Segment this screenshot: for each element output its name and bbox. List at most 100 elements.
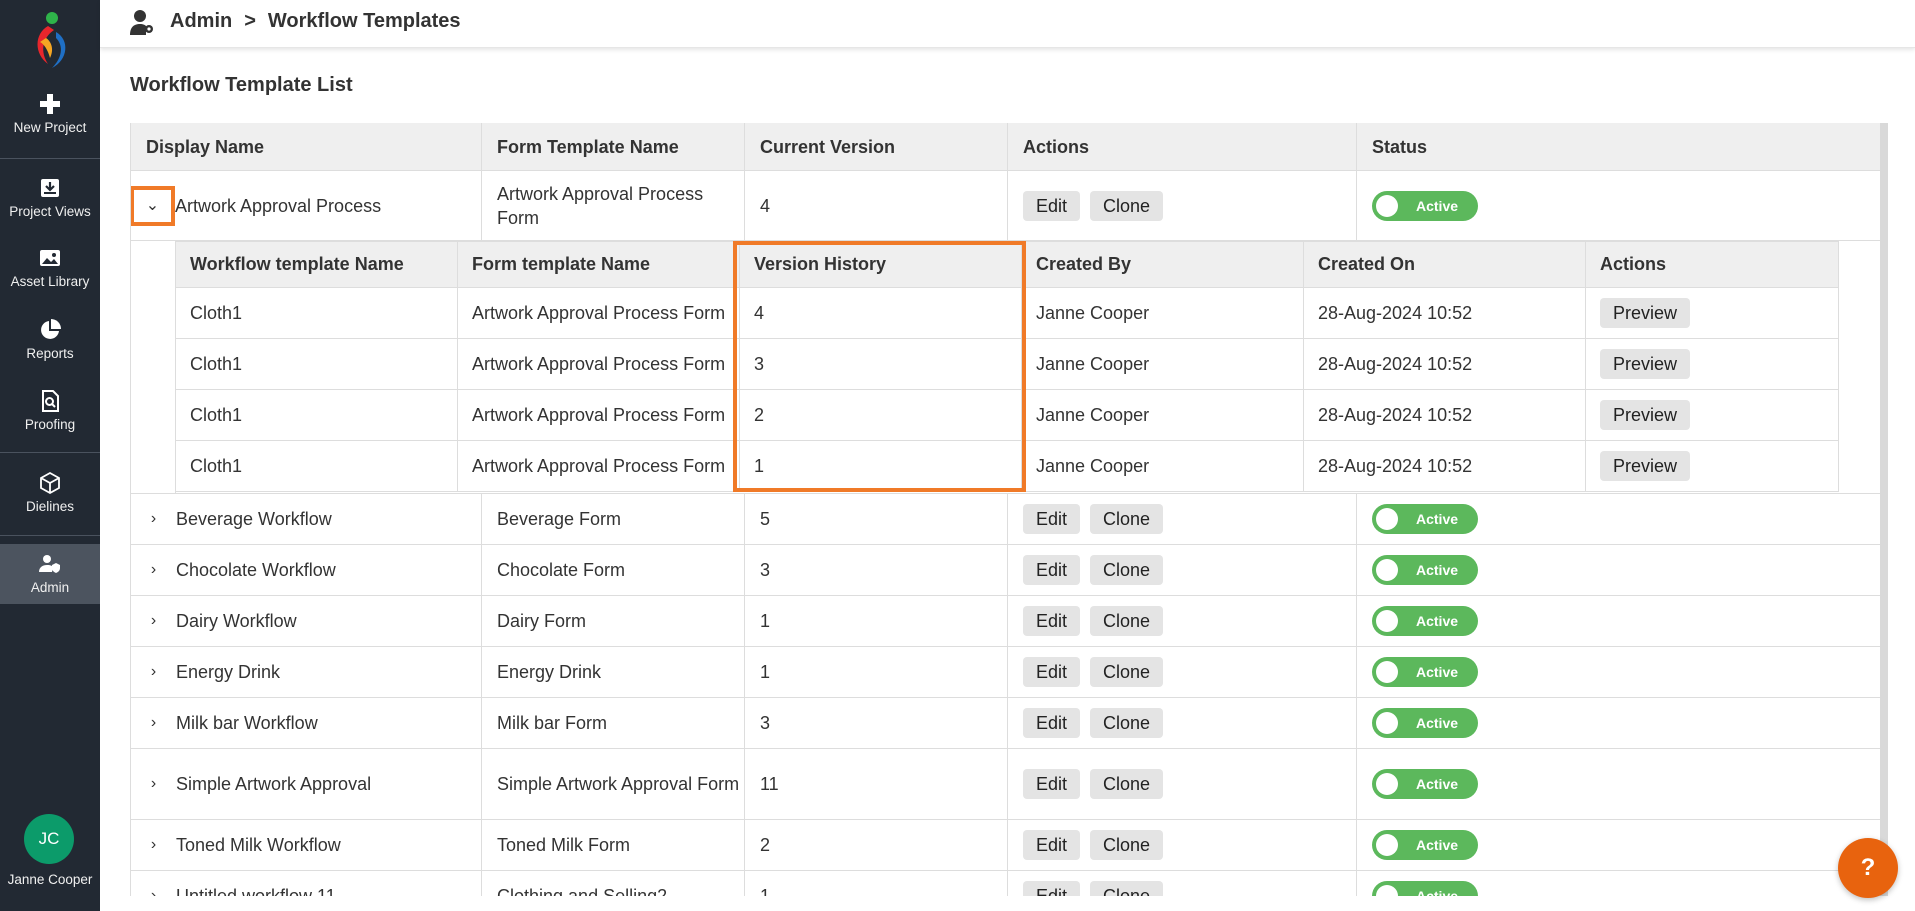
actions-cell: Edit Clone xyxy=(1008,171,1357,240)
sidebar-item-label: Reports xyxy=(26,346,74,361)
expand-chevron-icon[interactable]: › xyxy=(131,772,176,796)
breadcrumb: Admin > Workflow Templates xyxy=(170,10,461,33)
clone-button[interactable]: Clone xyxy=(1090,657,1164,687)
toggle-knob xyxy=(1376,559,1398,581)
version-cell: 4 xyxy=(740,288,1022,338)
expand-chevron-icon[interactable]: › xyxy=(131,711,176,735)
clone-button[interactable]: Clone xyxy=(1090,190,1164,221)
sidebar-item-asset-library[interactable]: Asset Library xyxy=(0,246,100,289)
sidebar-item-proofing[interactable]: Proofing xyxy=(0,389,100,432)
display-name-cell: › Beverage Workflow xyxy=(131,494,482,544)
preview-button[interactable]: Preview xyxy=(1600,349,1691,379)
status-toggle[interactable]: Active xyxy=(1372,657,1478,687)
workflow-name-cell: Cloth1 xyxy=(176,339,458,389)
preview-button[interactable]: Preview xyxy=(1600,400,1691,430)
help-button[interactable]: ? xyxy=(1838,838,1898,898)
sidebar-item-new-project[interactable]: New Project xyxy=(0,92,100,135)
clone-button[interactable]: Clone xyxy=(1090,555,1164,585)
edit-button[interactable]: Edit xyxy=(1023,190,1081,221)
clone-button[interactable]: Clone xyxy=(1090,708,1164,738)
created-on-cell: 28-Aug-2024 10:52 xyxy=(1304,441,1586,491)
form-name-cell: Artwork Approval Process Form xyxy=(458,441,740,491)
avatar[interactable]: JC xyxy=(24,814,74,864)
created-by-cell: Janne Cooper xyxy=(1022,441,1304,491)
sidebar-item-dielines[interactable]: Dielines xyxy=(0,471,100,514)
sidebar-item-project-views[interactable]: Project Views xyxy=(0,176,100,219)
clone-button[interactable]: Clone xyxy=(1090,830,1164,860)
expand-chevron-icon[interactable]: › xyxy=(131,558,176,582)
column-header: Form template Name xyxy=(458,242,740,287)
expand-chevron-icon[interactable]: › xyxy=(131,609,176,633)
version-cell: 1 xyxy=(745,647,1008,697)
edit-button[interactable]: Edit xyxy=(1023,555,1081,585)
status-toggle[interactable]: Active xyxy=(1372,606,1478,636)
display-name: Chocolate Workflow xyxy=(176,560,336,580)
display-name: Energy Drink xyxy=(176,662,281,682)
actions-cell: Edit Clone xyxy=(1008,545,1357,595)
expand-chevron-icon[interactable]: › xyxy=(131,884,176,896)
status-toggle[interactable]: Active xyxy=(1372,881,1478,896)
version-cell: 2 xyxy=(740,390,1022,440)
edit-button[interactable]: Edit xyxy=(1023,657,1081,687)
status-label: Active xyxy=(1416,715,1459,731)
status-toggle[interactable]: Active xyxy=(1372,190,1478,221)
created-by-cell: Janne Cooper xyxy=(1022,390,1304,440)
display-name: Dairy Workflow xyxy=(176,611,297,631)
status-toggle[interactable]: Active xyxy=(1372,708,1478,738)
expand-chevron-icon[interactable]: › xyxy=(131,507,176,531)
breadcrumb-root[interactable]: Admin xyxy=(170,10,232,32)
table-row: › Toned Milk Workflow Toned Milk Form 2 E… xyxy=(131,820,1883,871)
user-name: Janne Cooper xyxy=(7,872,93,887)
created-by-cell: Janne Cooper xyxy=(1022,339,1304,389)
status-toggle[interactable]: Active xyxy=(1372,504,1478,534)
display-name-cell: › Toned Milk Workflow xyxy=(131,820,482,870)
status-cell: Active xyxy=(1357,545,1883,595)
status-label: Active xyxy=(1416,837,1459,853)
clone-button[interactable]: Clone xyxy=(1090,606,1164,636)
form-name-cell: Artwork Approval Process Form xyxy=(458,288,740,338)
expand-chevron-icon[interactable]: › xyxy=(131,660,176,684)
status-toggle[interactable]: Active xyxy=(1372,830,1478,860)
actions-cell: Edit Clone xyxy=(1008,494,1357,544)
preview-button[interactable]: Preview xyxy=(1600,451,1691,481)
sidebar-item-label: Project Views xyxy=(9,204,91,219)
table-scrollbar[interactable] xyxy=(1880,123,1888,896)
clone-button[interactable]: Clone xyxy=(1090,881,1164,896)
version-cell: 5 xyxy=(745,494,1008,544)
column-header: Current Version xyxy=(745,123,1008,170)
column-header: Version History xyxy=(740,242,1022,287)
version-row: Cloth1 Artwork Approval Process Form 2 J… xyxy=(176,390,1839,441)
edit-button[interactable]: Edit xyxy=(1023,708,1081,738)
clone-button[interactable]: Clone xyxy=(1090,504,1164,534)
clone-button[interactable]: Clone xyxy=(1090,769,1164,799)
status-toggle[interactable]: Active xyxy=(1372,769,1478,799)
edit-button[interactable]: Edit xyxy=(1023,504,1081,534)
display-name-cell: ⌄ Artwork Approval Process xyxy=(131,171,482,240)
display-name: Beverage Workflow xyxy=(176,509,332,529)
expand-chevron-icon[interactable]: › xyxy=(131,833,176,857)
actions-cell: Edit Clone xyxy=(1008,698,1357,748)
display-name: Artwork Approval Process xyxy=(175,195,382,216)
app-logo[interactable] xyxy=(26,8,74,72)
preview-button[interactable]: Preview xyxy=(1600,298,1691,328)
sidebar-item-admin[interactable]: Admin xyxy=(0,544,100,604)
edit-button[interactable]: Edit xyxy=(1023,769,1081,799)
sidebar-item-reports[interactable]: Reports xyxy=(0,318,100,361)
collapse-chevron-icon[interactable]: ⌄ xyxy=(131,185,175,226)
status-label: Active xyxy=(1416,197,1459,214)
edit-button[interactable]: Edit xyxy=(1023,606,1081,636)
toggle-knob xyxy=(1376,712,1398,734)
edit-button[interactable]: Edit xyxy=(1023,830,1081,860)
form-template-cell: Beverage Form xyxy=(482,494,745,544)
actions-cell: Edit Clone xyxy=(1008,596,1357,646)
table-row: › Beverage Workflow Beverage Form 5 Edit C… xyxy=(131,494,1883,545)
toggle-knob xyxy=(1376,661,1398,683)
column-header: Workflow template Name xyxy=(176,242,458,287)
display-name: Simple Artwork Approval xyxy=(176,774,372,794)
status-toggle[interactable]: Active xyxy=(1372,555,1478,585)
breadcrumb-current: Workflow Templates xyxy=(267,10,461,32)
display-name: Milk bar Workflow xyxy=(176,713,318,733)
user-shield-icon xyxy=(39,555,60,573)
actions-cell: Edit Clone xyxy=(1008,647,1357,697)
edit-button[interactable]: Edit xyxy=(1023,881,1081,896)
